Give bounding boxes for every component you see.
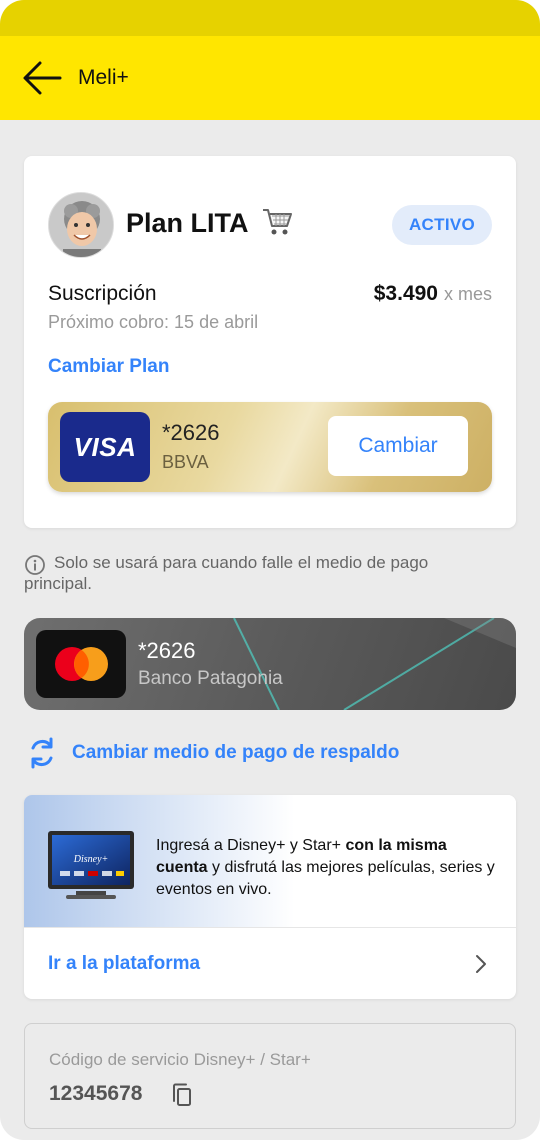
backup-card-bank: Banco Patagonia <box>138 668 283 689</box>
divider <box>24 927 516 928</box>
service-code-value: 12345678 <box>49 1082 143 1105</box>
card-number: *2626 <box>162 420 220 445</box>
change-backup-payment-label: Cambiar medio de pago de respaldo <box>72 742 400 763</box>
plan-title: Plan LITA <box>126 208 249 238</box>
status-bar <box>0 0 540 36</box>
info-circle-icon <box>25 555 45 575</box>
shopping-cart-icon <box>263 209 292 235</box>
promo-text: Ingresá a Disney+ y Star+ con la misma c… <box>156 837 495 898</box>
backup-info-line1: Solo se usará para cuando falle el medio… <box>54 553 429 572</box>
status-badge: ACTIVO <box>392 205 492 245</box>
app-bar: Meli+ <box>0 36 540 120</box>
app-bar-title: Meli+ <box>78 66 129 89</box>
backup-card-number: *2626 <box>138 638 196 663</box>
plan-card: Plan LITA ACTIVO Suscripción $3.490 x mes… <box>24 156 516 528</box>
svg-text:Disney+: Disney+ <box>73 854 109 865</box>
primary-payment-card: VISA *2626 BBVA Cambiar <box>48 402 492 492</box>
change-card-button[interactable]: Cambiar <box>328 416 468 476</box>
arrow-left-icon[interactable] <box>22 60 62 96</box>
chevron-right-icon[interactable] <box>474 953 488 975</box>
phone-screen: Meli+ Plan LITA ACTIVO Suscripción $3.49… <box>0 0 540 1140</box>
subscription-label: Suscripción <box>48 282 157 305</box>
service-code-box: Código de servicio Disney+ / Star+ 12345… <box>24 1023 516 1129</box>
service-code-label: Código de servicio Disney+ / Star+ <box>49 1050 311 1069</box>
disney-promo-card: Disney+ Ingresá a Disney+ y Star+ con la… <box>24 795 516 999</box>
visa-logo: VISA <box>60 412 150 482</box>
price-period: x mes <box>443 284 492 304</box>
subscription-price: $3.490 x mes <box>374 282 492 306</box>
tv-icon: Disney+ <box>48 831 134 899</box>
price-amount: $3.490 <box>373 282 438 305</box>
change-plan-link[interactable]: Cambiar Plan <box>48 356 169 378</box>
next-charge-date: Próximo cobro: 15 de abril <box>48 312 259 332</box>
backup-payment-card: *2626 Banco Patagonia <box>24 618 516 710</box>
go-to-platform-link[interactable]: Ir a la plataforma <box>48 953 200 975</box>
backup-info-line2: principal. <box>24 574 93 593</box>
avatar <box>48 192 114 258</box>
mastercard-logo <box>36 630 126 698</box>
promo-banner: Disney+ Ingresá a Disney+ y Star+ con la… <box>24 795 516 927</box>
card-bank: BBVA <box>162 452 209 472</box>
refresh-icon <box>31 737 53 769</box>
copy-icon[interactable] <box>171 1082 193 1108</box>
